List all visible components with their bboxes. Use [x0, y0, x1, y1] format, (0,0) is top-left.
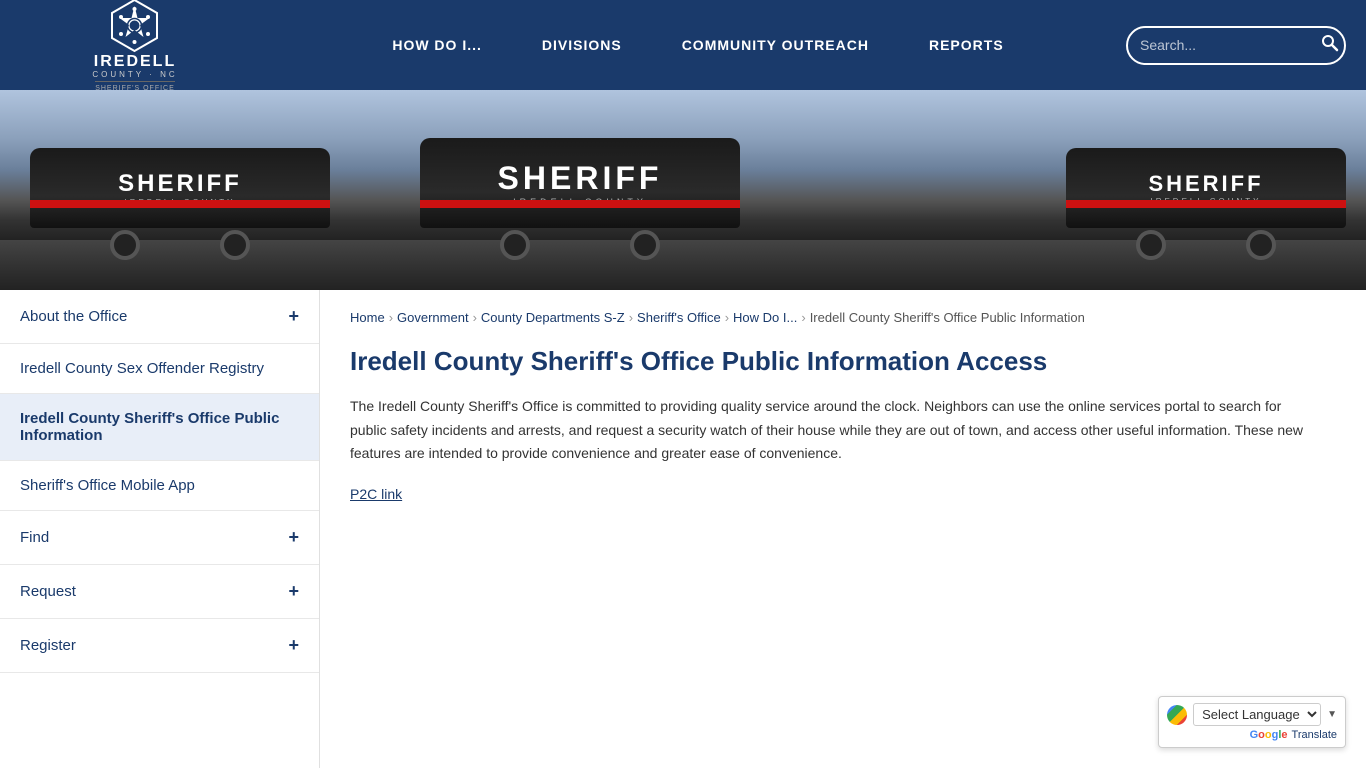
logo-text-office: SHERIFF'S OFFICE [95, 81, 175, 92]
logo: IREDELL COUNTY · NC SHERIFF'S OFFICE [92, 0, 177, 92]
sidebar-plus-register: + [288, 635, 299, 656]
sidebar-label-mobile-app: Sheriff's Office Mobile App [20, 477, 195, 494]
page-description: The Iredell County Sheriff's Office is c… [350, 395, 1310, 466]
sidebar-item-find[interactable]: Find + [0, 511, 319, 565]
language-select[interactable]: Select Language [1193, 703, 1321, 726]
breadcrumb-sep-5: › [801, 310, 805, 325]
sidebar-item-public-info[interactable]: Iredell County Sheriff's Office Public I… [0, 394, 319, 461]
logo-area: IREDELL COUNTY · NC SHERIFF'S OFFICE [20, 0, 250, 90]
sidebar-plus-find: + [288, 527, 299, 548]
sheriff-car-1: SHERIFF IREDELL COUNTY [30, 148, 330, 260]
nav-community-outreach[interactable]: COMMUNITY OUTREACH [682, 37, 869, 53]
nav-how-do-i[interactable]: HOW DO I... [392, 37, 482, 53]
main-nav: HOW DO I... DIVISIONS COMMUNITY OUTREACH… [270, 37, 1126, 53]
sidebar-item-about[interactable]: About the Office + [0, 290, 319, 344]
search-icon [1321, 34, 1339, 52]
translate-widget: Select Language ▼ Google Translate [1158, 696, 1346, 748]
sidebar-label-register: Register [20, 637, 76, 654]
hero-image: SHERIFF IREDELL COUNTY SHERIFF IREDELL C… [0, 90, 1366, 290]
google-translate-icon [1167, 705, 1187, 725]
breadcrumb-county-depts[interactable]: County Departments S-Z [481, 310, 625, 325]
sidebar-label-about: About the Office [20, 308, 127, 325]
nav-divisions[interactable]: DIVISIONS [542, 37, 622, 53]
breadcrumb: Home › Government › County Departments S… [350, 310, 1336, 325]
sidebar-label-public-info: Iredell County Sheriff's Office Public I… [20, 410, 299, 444]
breadcrumb-sheriffs-office[interactable]: Sheriff's Office [637, 310, 721, 325]
breadcrumb-how-do-i[interactable]: How Do I... [733, 310, 797, 325]
sidebar-label-find: Find [20, 529, 49, 546]
breadcrumb-government[interactable]: Government [397, 310, 469, 325]
sidebar-item-request[interactable]: Request + [0, 565, 319, 619]
translate-dropdown-icon: ▼ [1327, 709, 1337, 720]
header: IREDELL COUNTY · NC SHERIFF'S OFFICE HOW… [0, 0, 1366, 90]
google-logo: Google [1250, 729, 1288, 741]
breadcrumb-sep-1: › [389, 310, 393, 325]
breadcrumb-sep-2: › [473, 310, 477, 325]
sheriff-car-3: SHERIFF IREDELL COUNTY [1066, 148, 1346, 260]
page-title: Iredell County Sheriff's Office Public I… [350, 345, 1336, 379]
sidebar-plus-about: + [288, 306, 299, 327]
search-input[interactable] [1140, 37, 1321, 53]
sidebar: About the Office + Iredell County Sex Of… [0, 290, 320, 768]
sidebar-item-register[interactable]: Register + [0, 619, 319, 673]
nav-reports[interactable]: REPORTS [929, 37, 1004, 53]
translate-link[interactable]: Translate [1292, 729, 1337, 741]
sheriff-car-2: SHERIFF IREDELL COUNTY [420, 138, 740, 260]
logo-text-iredell: IREDELL [94, 53, 176, 71]
breadcrumb-home[interactable]: Home [350, 310, 385, 325]
search-button[interactable] [1321, 34, 1339, 57]
breadcrumb-sep-3: › [629, 310, 633, 325]
sidebar-label-request: Request [20, 583, 76, 600]
sidebar-item-mobile-app[interactable]: Sheriff's Office Mobile App [0, 461, 319, 511]
sidebar-label-sex-offender: Iredell County Sex Offender Registry [20, 360, 264, 377]
sidebar-plus-request: + [288, 581, 299, 602]
sidebar-item-sex-offender[interactable]: Iredell County Sex Offender Registry [0, 344, 319, 394]
p2c-link[interactable]: P2C link [350, 486, 402, 502]
sheriff-star-icon [107, 0, 162, 53]
logo-text-county: COUNTY · NC [92, 70, 177, 79]
breadcrumb-sep-4: › [725, 310, 729, 325]
search-bar [1126, 26, 1346, 65]
breadcrumb-current: Iredell County Sheriff's Office Public I… [810, 310, 1085, 325]
